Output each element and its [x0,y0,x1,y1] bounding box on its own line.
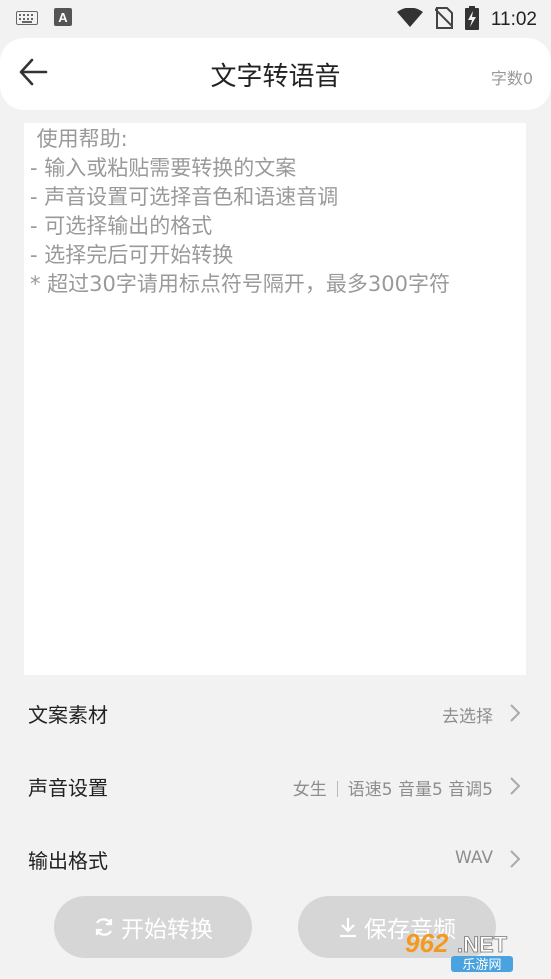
no-sim-icon [434,7,454,33]
status-bar: A 11:02 [0,0,551,38]
start-convert-button[interactable]: 开始转换 [54,896,252,958]
chevron-right-icon [510,704,521,722]
voice-type: 女生 [292,780,327,800]
keyboard-icon [16,10,38,29]
app-header: 文字转语音 字数0 [0,38,551,110]
svg-text:962: 962 [405,928,449,958]
voice-settings-row[interactable]: 声音设置 女生 语速5 音量5 音调5 [0,756,551,816]
text-input[interactable]: 使用帮助: - 输入或粘贴需要转换的文案 - 声音设置可选择音色和语速音调 - … [24,123,526,675]
svg-text:A: A [58,10,68,25]
page-title: 文字转语音 [210,62,341,92]
voice-settings-label: 声音设置 [28,776,108,800]
download-icon [340,918,356,938]
a-app-icon: A [54,8,72,30]
wifi-icon [396,7,423,32]
start-convert-label: 开始转换 [121,917,213,943]
material-row[interactable]: 文案素材 去选择 [0,683,551,743]
chevron-right-icon [510,850,521,868]
refresh-icon [95,918,113,936]
svg-text:乐游网: 乐游网 [462,958,501,973]
voice-settings-value: 女生 语速5 音量5 音调5 [293,775,493,800]
output-format-label: 输出格式 [28,849,108,873]
output-format-value: WAV [454,848,493,868]
voice-params: 语速5 音量5 音调5 [347,780,493,800]
input-placeholder: 使用帮助: - 输入或粘贴需要转换的文案 - 声音设置可选择音色和语速音调 - … [30,127,450,296]
separator [336,781,338,797]
word-count: 字数0 [490,69,533,88]
battery-charging-icon [464,6,479,34]
status-time: 11:02 [490,9,537,30]
material-value: 去选择 [442,707,493,727]
chevron-right-icon [510,777,521,795]
output-format-row[interactable]: 输出格式 WAV [0,829,551,889]
watermark-logo: 962 .NET 乐游网 [405,928,545,974]
svg-text:.NET: .NET [457,932,508,957]
material-label: 文案素材 [28,703,108,727]
